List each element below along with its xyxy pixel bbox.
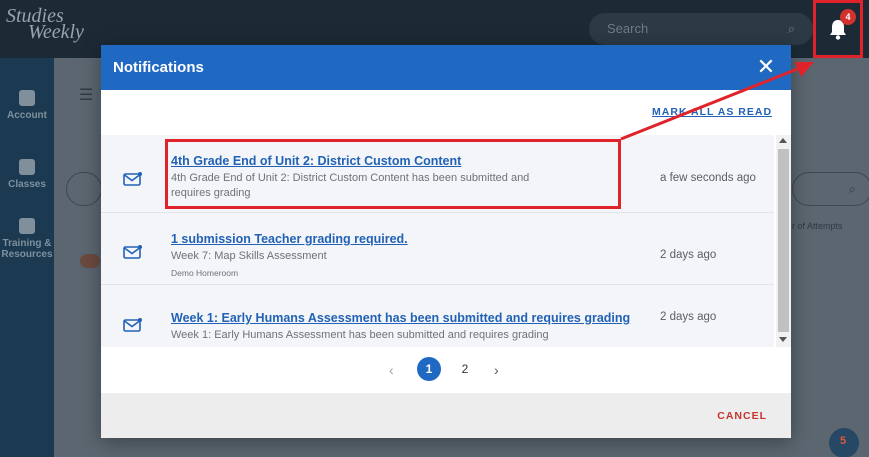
annotation-arrow xyxy=(620,62,814,141)
